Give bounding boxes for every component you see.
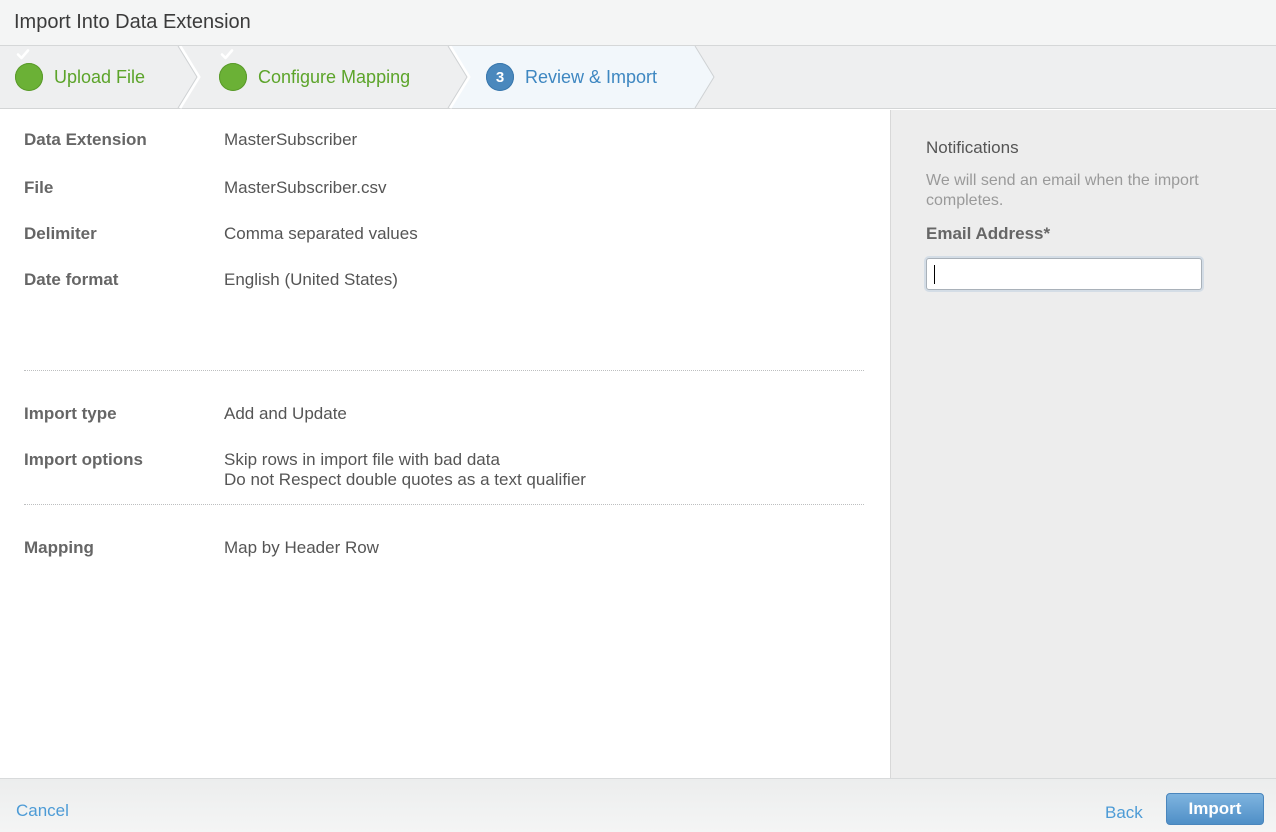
review-summary: Data Extension MasterSubscriber File Mas…: [0, 110, 890, 778]
section-divider: [24, 504, 864, 505]
notifications-title: Notifications: [926, 138, 1019, 157]
back-link[interactable]: Back: [1105, 803, 1143, 823]
summary-value-list: Skip rows in import file with bad data D…: [224, 450, 844, 490]
summary-value: English (United States): [224, 270, 398, 289]
summary-label: File: [24, 178, 54, 197]
summary-label: Delimiter: [24, 224, 97, 243]
summary-value: MasterSubscriber.csv: [224, 178, 387, 197]
email-address-input[interactable]: [926, 258, 1202, 290]
summary-label: Import options: [24, 450, 143, 469]
import-option: Skip rows in import file with bad data: [224, 450, 500, 469]
notifications-description: We will send an email when the import co…: [926, 172, 1199, 209]
check-icon: [15, 49, 43, 91]
cancel-link[interactable]: Cancel: [16, 801, 69, 821]
wizard-steps: Upload File Configure Mapping 3 Review &…: [0, 46, 1276, 109]
dialog-title: Import Into Data Extension: [14, 11, 251, 33]
section-divider: [24, 370, 864, 371]
step-upload-file[interactable]: Upload File: [15, 46, 145, 108]
text-cursor: [934, 265, 935, 284]
step-label: Review & Import: [525, 66, 658, 87]
summary-label: Mapping: [24, 538, 94, 557]
dialog-footer: Cancel Back Import: [0, 778, 1276, 832]
email-address-label: Email Address*: [926, 224, 1051, 243]
notifications-panel: Notifications We will send an email when…: [890, 110, 1276, 778]
import-option: Do not Respect double quotes as a text q…: [224, 470, 586, 489]
summary-value: Map by Header Row: [224, 538, 379, 557]
summary-value: Comma separated values: [224, 224, 418, 243]
step-label: Upload File: [54, 66, 146, 87]
step-number-badge: 3: [486, 63, 514, 91]
summary-label: Date format: [24, 270, 119, 289]
step-label: Configure Mapping: [258, 66, 411, 87]
summary-label: Data Extension: [24, 130, 147, 149]
step-configure-mapping[interactable]: Configure Mapping: [219, 46, 410, 108]
import-button[interactable]: Import: [1166, 793, 1264, 825]
dialog-header: Import Into Data Extension: [0, 0, 1276, 46]
summary-value: MasterSubscriber: [224, 130, 358, 149]
summary-value: Add and Update: [224, 404, 347, 423]
check-icon: [219, 49, 247, 91]
step-review-import: 3 Review & Import: [486, 46, 657, 108]
summary-label: Import type: [24, 404, 117, 423]
